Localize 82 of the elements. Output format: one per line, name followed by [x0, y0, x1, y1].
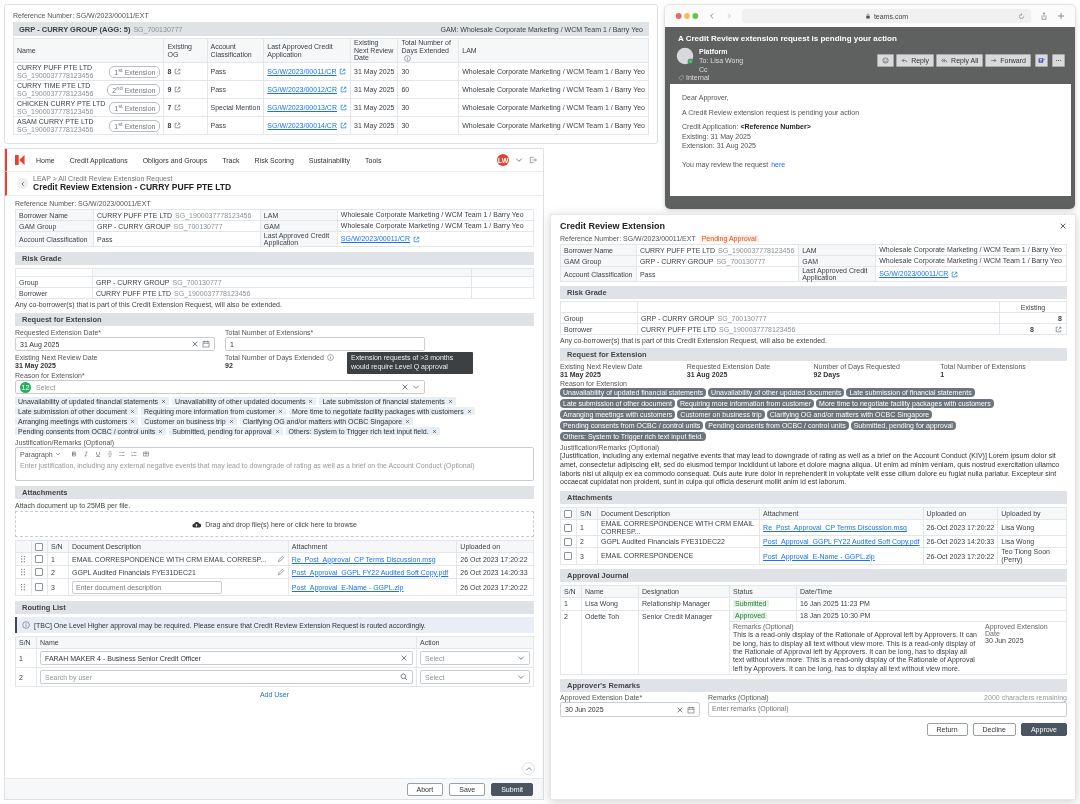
external-link-icon[interactable] — [174, 86, 182, 94]
numbered-list-icon[interactable] — [130, 451, 137, 457]
external-link-icon[interactable] — [174, 68, 182, 76]
back-icon — [19, 180, 26, 187]
calendar-icon[interactable] — [202, 340, 210, 348]
info-icon — [404, 55, 412, 63]
italic-icon[interactable] — [82, 451, 89, 457]
logout-icon[interactable] — [529, 156, 537, 164]
external-link-icon[interactable] — [340, 86, 347, 94]
checkbox[interactable] — [564, 552, 572, 561]
teams-button[interactable] — [1035, 54, 1048, 68]
calendar-icon[interactable] — [687, 705, 695, 714]
external-link-icon[interactable] — [174, 122, 182, 130]
external-link-icon[interactable] — [951, 270, 959, 278]
info-icon[interactable] — [326, 354, 334, 361]
chevron-down-icon[interactable] — [515, 156, 523, 164]
remove-icon[interactable] — [228, 418, 234, 424]
reply-icon — [901, 57, 909, 65]
tag-icon — [678, 74, 684, 81]
back-button[interactable] — [17, 178, 28, 189]
chevron-up-icon — [524, 764, 533, 773]
chevron-down-icon — [517, 673, 525, 681]
drag-handle-icon[interactable] — [19, 555, 27, 564]
remove-icon[interactable] — [308, 398, 314, 404]
checkbox[interactable] — [564, 537, 572, 546]
remove-icon[interactable] — [431, 428, 437, 434]
remove-icon[interactable] — [161, 398, 167, 404]
table-icon[interactable] — [142, 451, 149, 457]
clear-icon[interactable] — [191, 340, 199, 348]
teams-icon — [1038, 57, 1045, 65]
dialog-title: Credit Review Extension — [560, 221, 666, 231]
external-link-icon[interactable] — [413, 235, 420, 243]
clear-icon[interactable] — [400, 654, 408, 662]
info-icon — [22, 621, 30, 629]
reload-icon[interactable] — [1018, 12, 1025, 20]
scroll-top-button[interactable] — [522, 762, 535, 775]
remove-icon[interactable] — [405, 418, 411, 424]
emoji-button[interactable] — [877, 54, 895, 68]
clear-icon[interactable] — [676, 705, 684, 714]
reply-all-icon — [941, 57, 949, 65]
close-icon[interactable] — [1059, 222, 1067, 230]
window-controls-icon[interactable] — [675, 11, 699, 21]
remove-icon[interactable] — [466, 408, 472, 414]
external-link-icon[interactable] — [340, 104, 347, 112]
external-link-icon[interactable] — [174, 104, 182, 112]
avatar-icon — [676, 47, 694, 65]
remove-icon[interactable] — [447, 398, 453, 404]
strikethrough-icon[interactable] — [106, 451, 113, 457]
drag-handle-icon[interactable] — [19, 568, 27, 577]
bold-icon[interactable] — [70, 451, 77, 457]
chevron-down-icon — [517, 654, 525, 662]
external-link-icon[interactable] — [1055, 325, 1062, 333]
email-subject: A Credit Review extension request is pending your action — [677, 34, 898, 43]
drag-handle-icon[interactable] — [19, 583, 27, 592]
page-title: Credit Review Extension - CURRY PUFF PTE LTD — [33, 182, 232, 192]
chevron-down-icon — [54, 451, 61, 457]
remove-icon[interactable] — [274, 428, 280, 434]
remove-icon[interactable] — [158, 428, 164, 434]
lock-icon — [864, 13, 871, 19]
new-tab-icon[interactable] — [1057, 12, 1065, 20]
remove-icon[interactable] — [278, 408, 284, 414]
logo-icon — [15, 154, 25, 166]
search-icon — [400, 673, 408, 681]
underline-icon[interactable] — [94, 451, 101, 457]
checkbox[interactable] — [564, 509, 572, 518]
share-icon[interactable] — [1040, 12, 1048, 20]
upload-cloud-icon — [192, 519, 202, 529]
remove-icon[interactable] — [130, 418, 136, 424]
remove-icon[interactable] — [129, 408, 135, 414]
external-link-icon[interactable] — [340, 122, 347, 130]
checkbox[interactable] — [564, 523, 572, 532]
external-link-icon[interactable] — [339, 68, 347, 76]
back-icon[interactable] — [708, 12, 716, 20]
checkbox[interactable] — [35, 583, 43, 592]
smile-icon — [882, 57, 890, 65]
more-button[interactable] — [1052, 54, 1065, 68]
clear-icon[interactable] — [401, 383, 409, 391]
checkbox[interactable] — [35, 568, 43, 577]
checkbox[interactable] — [35, 542, 43, 551]
chevron-down-icon[interactable] — [412, 383, 420, 391]
checkbox[interactable] — [35, 555, 43, 564]
forward-icon — [990, 57, 998, 65]
